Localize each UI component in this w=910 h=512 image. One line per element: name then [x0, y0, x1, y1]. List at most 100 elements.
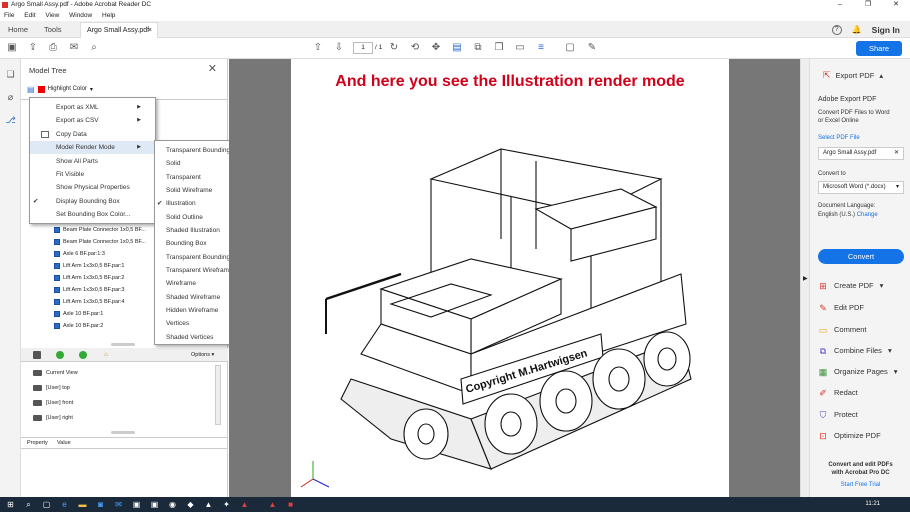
- help-icon[interactable]: ?: [831, 24, 842, 35]
- minimize-button[interactable]: –: [826, 0, 854, 10]
- print-icon[interactable]: ⎙: [47, 42, 59, 54]
- selected-file-field[interactable]: Argo Small Assy.pdf ✕: [818, 147, 904, 160]
- highlight-color-swatch[interactable]: [37, 85, 45, 93]
- document-icon[interactable]: ▤: [451, 42, 463, 54]
- apply-view-icon[interactable]: [79, 351, 87, 359]
- tab-document[interactable]: Argo Small Assy.pdf ×: [80, 22, 158, 38]
- lines-icon[interactable]: ≡: [535, 42, 547, 54]
- convert-to-select[interactable]: Microsoft Word (*.docx) ▾: [818, 181, 904, 194]
- menu-file[interactable]: File: [4, 12, 14, 19]
- tool-edit-pdf[interactable]: ✎ Edit PDF: [818, 301, 864, 314]
- email-icon[interactable]: ✉: [68, 42, 80, 54]
- acrobat-taskbar-icon[interactable]: ▲: [268, 500, 277, 509]
- checkbox-icon[interactable]: [54, 263, 60, 269]
- highlight-color-label[interactable]: Highlight Color: [48, 86, 87, 92]
- start-trial-link[interactable]: Start Free Trial: [810, 481, 910, 489]
- tool-protect[interactable]: ⛉ Protect: [818, 408, 858, 421]
- tree-item[interactable]: Axle 10 BF.par:1: [54, 310, 103, 318]
- tool-combine-files[interactable]: ⧉ Combine Files ▾: [818, 344, 892, 357]
- app-icon[interactable]: ▲: [204, 500, 213, 509]
- close-icon[interactable]: ✕: [894, 148, 899, 159]
- home-icon[interactable]: ⌂: [102, 351, 110, 359]
- spin-icon[interactable]: ⟲: [409, 42, 421, 54]
- tool-create-pdf[interactable]: ⊞ Create PDF ▾: [818, 279, 883, 292]
- comment-icon[interactable]: ▢: [564, 42, 576, 54]
- options-dropdown[interactable]: Options ▾: [191, 351, 214, 359]
- page-number-input[interactable]: 1: [353, 42, 373, 54]
- app-icon[interactable]: ◉: [168, 500, 177, 509]
- views-scrollbar[interactable]: [215, 365, 221, 425]
- checkbox-icon[interactable]: [54, 299, 60, 305]
- bell-icon[interactable]: 🔔: [852, 25, 862, 34]
- cube-icon[interactable]: ❒: [493, 42, 505, 54]
- view-item[interactable]: [User] top: [33, 384, 70, 392]
- app-icon[interactable]: ◆: [186, 500, 195, 509]
- tree-item[interactable]: Lift Arm 1x3x0,5 BF.par:2: [54, 274, 124, 282]
- menu-view[interactable]: View: [45, 12, 59, 19]
- parts-icon[interactable]: ⧉: [472, 42, 484, 54]
- checkbox-icon[interactable]: [54, 287, 60, 293]
- tool-organize-pages[interactable]: ▦ Organize Pages ▾: [818, 365, 898, 378]
- splitter-handle[interactable]: [111, 431, 135, 434]
- search-icon[interactable]: ⌕: [24, 500, 33, 509]
- menu-item-copy-data[interactable]: Copy Data: [30, 128, 155, 141]
- tool-redact[interactable]: ✐ Redact: [818, 386, 858, 399]
- checkbox-icon[interactable]: [54, 311, 60, 317]
- tree-item[interactable]: Lift Arm 1x3x0,5 BF.par:3: [54, 286, 124, 294]
- export-pdf-header[interactable]: ⇱ Export PDF ▴: [823, 70, 883, 81]
- menu-item-bbox-color[interactable]: Set Bounding Box Color...: [30, 208, 155, 221]
- search-icon[interactable]: ⌕: [88, 42, 100, 54]
- close-window-button[interactable]: ✕: [882, 0, 910, 10]
- convert-button[interactable]: Convert: [818, 249, 904, 264]
- tree-item[interactable]: Beam Plate Connector 1x0,5 BF...: [54, 238, 146, 246]
- checkbox-icon[interactable]: [54, 323, 60, 329]
- app-icon[interactable]: ■: [286, 500, 295, 509]
- checkbox-icon[interactable]: [54, 239, 60, 245]
- share-button[interactable]: Share: [856, 41, 902, 56]
- pages-icon[interactable]: ❏: [5, 69, 16, 80]
- menu-item-show-all-parts[interactable]: Show All Parts: [30, 155, 155, 168]
- tree-item[interactable]: Lift Arm 1x3x0,5 BF.par:4: [54, 298, 124, 306]
- display-icon[interactable]: ▭: [514, 42, 526, 54]
- app-icon[interactable]: ✦: [222, 500, 231, 509]
- menu-item-export-xml[interactable]: Export as XML ▶: [30, 101, 155, 114]
- add-view-icon[interactable]: [56, 351, 64, 359]
- page-up-icon[interactable]: ⇧: [312, 42, 324, 54]
- checkbox-icon[interactable]: [54, 227, 60, 233]
- tree-item[interactable]: Beam Plate Connector 1x0,5 BF...: [54, 226, 146, 234]
- tree-item[interactable]: Axle 10 BF.par:2: [54, 322, 103, 330]
- menu-help[interactable]: Help: [102, 12, 115, 19]
- view-item[interactable]: Current View: [33, 369, 78, 377]
- edge-icon[interactable]: e: [60, 500, 69, 509]
- change-link[interactable]: Change: [857, 212, 878, 218]
- menu-edit[interactable]: Edit: [24, 12, 35, 19]
- model-tree-icon[interactable]: ⎇: [5, 115, 16, 126]
- mail-icon[interactable]: ✉: [114, 500, 123, 509]
- rotate-icon[interactable]: ↻: [388, 42, 400, 54]
- view-item[interactable]: [User] right: [33, 414, 73, 422]
- save-icon[interactable]: ▣: [6, 42, 18, 54]
- vehicle-3d-model[interactable]: Copyright M.Hartwigsen: [291, 89, 729, 497]
- page-down-icon[interactable]: ⇩: [333, 42, 345, 54]
- menu-item-display-bbox[interactable]: ✔ Display Bounding Box: [30, 195, 155, 208]
- menu-item-render-mode[interactable]: Model Render Mode ▶: [30, 141, 155, 155]
- pan-icon[interactable]: ✥: [430, 42, 442, 54]
- select-pdf-label[interactable]: Select PDF File: [818, 134, 860, 142]
- store-icon[interactable]: ◙: [96, 500, 105, 509]
- windows-start-icon[interactable]: ⊞: [6, 500, 15, 509]
- chevron-down-icon[interactable]: ▾: [90, 86, 93, 93]
- checkbox-icon[interactable]: [54, 275, 60, 281]
- pen-icon[interactable]: ✎: [586, 42, 598, 54]
- menu-item-fit-visible[interactable]: Fit Visible: [30, 168, 155, 181]
- view-item[interactable]: [User] front: [33, 399, 73, 407]
- app-icon[interactable]: ▣: [150, 500, 159, 509]
- upload-icon[interactable]: ⇪: [27, 42, 39, 54]
- tree-item[interactable]: Lift Arm 1x3x0,5 BF.par:1: [54, 262, 124, 270]
- menu-item-physical-properties[interactable]: Show Physical Properties: [30, 181, 155, 194]
- tab-home[interactable]: Home: [0, 21, 36, 38]
- menu-window[interactable]: Window: [69, 12, 92, 19]
- tree-item[interactable]: Axle 6 BF.par:1:3: [54, 250, 105, 258]
- pdf-page[interactable]: And here you see the Illustration render…: [291, 59, 729, 497]
- tool-comment[interactable]: ▭ Comment: [818, 323, 867, 336]
- camera-icon[interactable]: [33, 351, 41, 359]
